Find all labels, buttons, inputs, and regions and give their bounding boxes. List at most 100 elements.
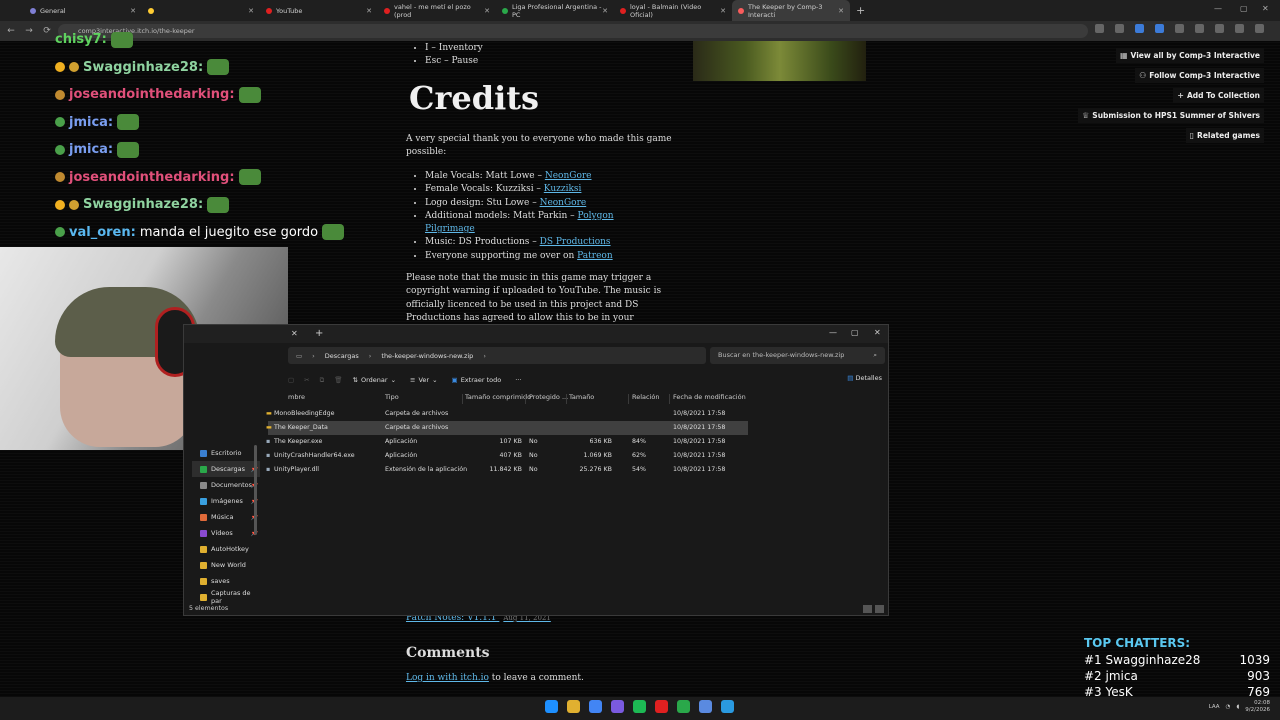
profile-avatar[interactable] [1235, 24, 1244, 33]
credit-link[interactable]: Kuzziksi [544, 184, 582, 194]
side-link-button[interactable]: ▯ Related games [1185, 128, 1264, 143]
login-link[interactable]: Log in with itch.io [406, 673, 489, 683]
nav-pane-item[interactable]: New World [192, 557, 260, 573]
taskbar-app-icon[interactable] [633, 700, 646, 713]
sidebar-icon[interactable] [1195, 24, 1204, 33]
view-button[interactable]: ≡ Ver ⌄ [410, 376, 438, 384]
browser-tab[interactable]: ✕ [142, 0, 260, 21]
maximize-icon[interactable]: ▢ [851, 328, 859, 337]
nav-pane-item[interactable]: Vídeos📌 [192, 525, 260, 541]
taskbar-app-icon[interactable] [589, 700, 602, 713]
extension-icon[interactable] [1135, 24, 1144, 33]
tab-close-icon[interactable]: ✕ [838, 7, 844, 15]
game-screenshot[interactable] [693, 41, 866, 81]
nav-pane-item[interactable]: saves [192, 573, 260, 589]
bookmark-star-icon[interactable] [1115, 24, 1124, 33]
taskbar-app-icon[interactable] [677, 700, 690, 713]
forward-icon[interactable]: → [22, 26, 36, 36]
new-tab-icon[interactable]: + [315, 328, 323, 339]
column-modified[interactable]: Fecha de modificación [673, 393, 746, 401]
details-button[interactable]: ▤ Detalles [847, 374, 882, 382]
wifi-icon[interactable]: ◔ [1226, 704, 1231, 710]
new-tab-icon[interactable]: + [856, 4, 865, 17]
taskbar-app-icon[interactable] [545, 700, 558, 713]
delete-icon[interactable]: 🗑 [334, 376, 342, 384]
tray-language[interactable]: LAA [1209, 704, 1220, 710]
nav-pane-item[interactable]: Capturas de par [192, 589, 260, 605]
taskbar-app-icon[interactable] [699, 700, 712, 713]
column-type[interactable]: Tipo [385, 393, 399, 401]
close-window-icon[interactable]: ✕ [1262, 4, 1269, 13]
nav-pane-item[interactable]: Escritorio [192, 445, 260, 461]
extension-icon[interactable] [1155, 24, 1164, 33]
browser-tab[interactable]: loyal - Balmain (Video Oficial) ✕ [614, 0, 732, 21]
side-link-button[interactable]: ♕ Submission to HPS1 Summer of Shivers [1078, 108, 1264, 123]
details-view-icon[interactable] [863, 605, 872, 613]
browser-tab[interactable]: vahel - me metí el pozo (prod ✕ [378, 0, 496, 21]
browser-tab[interactable]: General ✕ [24, 0, 142, 21]
explorer-search-input[interactable]: Buscar en the-keeper-windows-new.zip ⌕ [710, 347, 885, 364]
tab-close-icon[interactable]: ✕ [366, 7, 372, 15]
explorer-address-bar[interactable]: ▭ › Descargas › the-keeper-windows-new.z… [288, 347, 706, 364]
column-ratio[interactable]: Relación [632, 393, 660, 401]
credit-link[interactable]: DS Productions [540, 237, 611, 247]
nav-pane-item[interactable]: Música📌 [192, 509, 260, 525]
nav-pane-item[interactable]: Descargas📌 [192, 461, 260, 477]
close-icon[interactable]: ✕ [874, 328, 881, 337]
cut-icon[interactable]: ✂ [304, 376, 309, 384]
maximize-icon[interactable]: ▢ [1240, 4, 1248, 13]
side-link-button[interactable]: + Add To Collection [1173, 88, 1264, 103]
new-icon[interactable]: ▢ [288, 376, 294, 384]
translate-icon[interactable] [1095, 24, 1104, 33]
breadcrumb-item[interactable]: Descargas [325, 352, 359, 360]
download-icon[interactable] [1215, 24, 1224, 33]
tab-close-icon[interactable]: ✕ [248, 7, 254, 15]
credit-link[interactable]: NeonGore [545, 171, 592, 181]
nav-pane-scrollbar[interactable] [254, 445, 257, 535]
puzzle-icon[interactable] [1175, 24, 1184, 33]
credit-link[interactable]: Patreon [577, 251, 612, 261]
credit-link[interactable]: NeonGore [540, 198, 587, 208]
file-row[interactable]: ▬ MonoBleedingEdge Carpeta de archivos 10/8… [266, 407, 748, 421]
reload-icon[interactable]: ⟳ [40, 26, 54, 36]
tab-close-icon[interactable]: ✕ [602, 7, 608, 15]
sort-button[interactable]: ⇅ Ordenar ⌄ [353, 376, 396, 384]
taskbar-app-icon[interactable] [655, 700, 668, 713]
more-options-button[interactable]: ··· [515, 376, 521, 384]
column-separator[interactable] [525, 394, 526, 404]
browser-tab[interactable]: Liga Profesional Argentina - PC ✕ [496, 0, 614, 21]
volume-icon[interactable]: ◖ [1236, 704, 1239, 710]
nav-pane-item[interactable]: Documentos📌 [192, 477, 260, 493]
tab-close-icon[interactable]: ✕ [130, 7, 136, 15]
tab-close-icon[interactable]: ✕ [720, 7, 726, 15]
tab-close-icon[interactable]: ✕ [484, 7, 490, 15]
browser-tab[interactable]: YouTube ✕ [260, 0, 378, 21]
back-icon[interactable]: ← [4, 26, 18, 36]
column-compressed[interactable]: Tamaño comprimido [465, 393, 531, 401]
column-protected[interactable]: Protegido ... [529, 393, 568, 401]
copy-icon[interactable]: ⧉ [320, 376, 325, 385]
file-row[interactable]: ▪ The Keeper.exe Aplicación 107 KB No 636 KB 8… [266, 435, 748, 449]
file-row[interactable]: ▪ UnityPlayer.dll Extensión de la aplicaci… [266, 463, 748, 477]
taskbar-app-icon[interactable] [611, 700, 624, 713]
taskbar-app-icon[interactable] [721, 700, 734, 713]
menu-icon[interactable] [1255, 24, 1264, 33]
browser-tab[interactable]: The Keeper by Comp-3 Interacti ✕ [732, 0, 850, 21]
close-tab-icon[interactable]: ✕ [291, 329, 298, 338]
extract-all-button[interactable]: ▣ Extraer todo [452, 376, 502, 384]
nav-pane-item[interactable]: Imágenes📌 [192, 493, 260, 509]
taskbar-clock[interactable]: 02:08 9/2/2026 [1245, 700, 1270, 714]
tiles-view-icon[interactable] [875, 605, 884, 613]
minimize-icon[interactable]: — [1214, 4, 1222, 13]
minimize-icon[interactable]: — [829, 328, 837, 337]
taskbar-app-icon[interactable] [567, 700, 580, 713]
nav-pane-item[interactable]: AutoHotkey [192, 541, 260, 557]
column-name[interactable]: mbre [288, 393, 305, 401]
column-separator[interactable] [628, 394, 629, 404]
column-separator[interactable] [566, 394, 567, 404]
column-size[interactable]: Tamaño [569, 393, 594, 401]
side-link-button[interactable]: ▦ View all by Comp-3 Interactive [1115, 48, 1264, 63]
column-separator[interactable] [669, 394, 670, 404]
side-link-button[interactable]: ⚇ Follow Comp-3 Interactive [1135, 68, 1264, 83]
breadcrumb-item[interactable]: the-keeper-windows-new.zip [381, 352, 473, 360]
